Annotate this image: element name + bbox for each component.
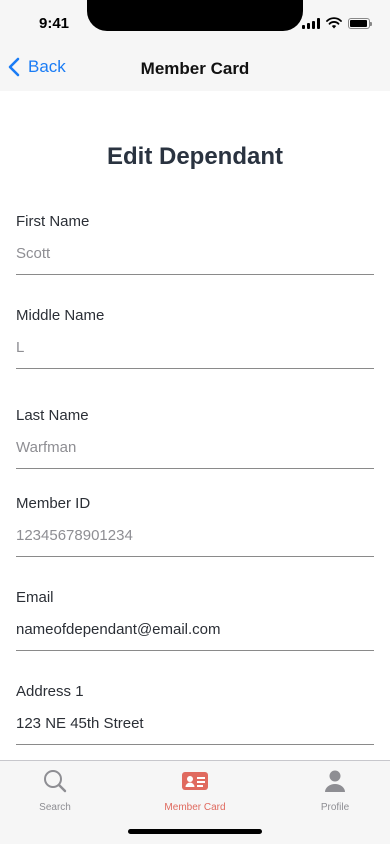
field-label: Email xyxy=(16,589,54,606)
first-name-field: First Name xyxy=(16,213,374,275)
field-label: Middle Name xyxy=(16,307,105,324)
field-underline xyxy=(16,744,374,745)
member-id-field: Member ID xyxy=(16,495,374,557)
email-input[interactable] xyxy=(16,620,374,640)
notch xyxy=(87,0,303,31)
middle-name-input[interactable] xyxy=(16,338,374,358)
field-underline xyxy=(16,368,374,369)
profile-icon xyxy=(325,770,345,792)
status-icons xyxy=(302,17,372,29)
last-name-field: Last Name xyxy=(16,407,374,469)
field-label: Last Name xyxy=(16,407,89,424)
address-1-field: Address 1 xyxy=(16,683,374,745)
tab-label: Search xyxy=(39,802,71,813)
nav-title: Member Card xyxy=(140,59,250,78)
field-label: Address 1 xyxy=(16,683,84,700)
navigation-bar: Back Member Card xyxy=(0,47,390,91)
tab-label: Profile xyxy=(320,802,350,813)
field-underline xyxy=(16,274,374,275)
tab-search[interactable]: Search xyxy=(0,769,110,813)
field-underline xyxy=(16,556,374,557)
home-indicator xyxy=(128,829,262,834)
battery-icon xyxy=(348,17,372,29)
page-title: Edit Dependant xyxy=(106,143,283,170)
edit-dependant-form: Edit Dependant First Name Middle Name La… xyxy=(0,91,390,760)
last-name-input[interactable] xyxy=(16,438,374,458)
member-id-input[interactable] xyxy=(16,526,374,546)
status-bar: 9:41 xyxy=(0,0,390,47)
email-field: Email xyxy=(16,589,374,651)
middle-name-field: Middle Name xyxy=(16,307,374,369)
first-name-input[interactable] xyxy=(16,244,374,264)
tab-member-card[interactable]: Member Card xyxy=(140,769,250,813)
address-1-input[interactable] xyxy=(16,714,374,734)
tab-label: Member Card xyxy=(164,802,226,813)
wifi-icon xyxy=(326,17,342,29)
field-underline xyxy=(16,468,374,469)
field-label: Member ID xyxy=(16,495,91,512)
search-icon xyxy=(44,770,67,793)
field-underline xyxy=(16,650,374,651)
field-label: First Name xyxy=(16,213,90,230)
tab-profile[interactable]: Profile xyxy=(280,769,390,813)
member-card-icon xyxy=(182,772,208,790)
status-time: 9:41 xyxy=(39,15,70,32)
cellular-signal-icon xyxy=(302,17,320,29)
